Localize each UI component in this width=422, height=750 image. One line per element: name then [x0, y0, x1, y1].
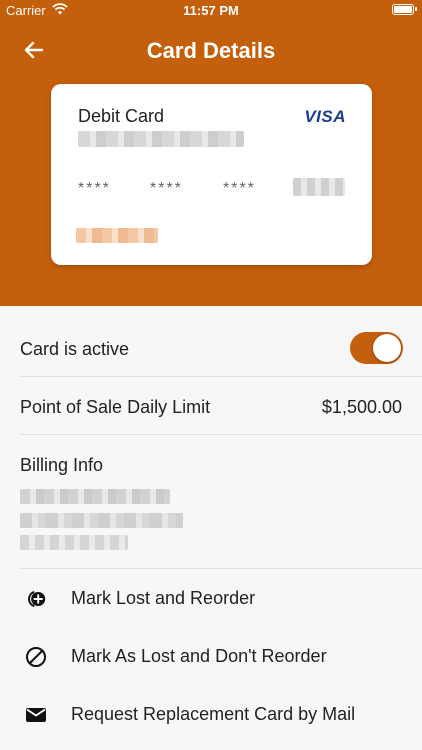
divider: [20, 376, 422, 377]
visa-logo: VISA: [304, 107, 346, 126]
card-last-four-redacted: [293, 178, 345, 196]
card-number-group-3: ****: [223, 180, 256, 197]
add-circle-icon: [28, 591, 46, 607]
mark-lost-no-reorder-label: Mark As Lost and Don't Reorder: [71, 646, 327, 666]
billing-info-label: Billing Info: [20, 455, 104, 475]
mark-lost-reorder-label: Mark Lost and Reorder: [71, 588, 256, 608]
back-arrow-icon[interactable]: [20, 36, 48, 64]
page-title: Card Details: [146, 38, 276, 63]
card-type-label: Debit Card: [78, 106, 165, 126]
divider: [20, 434, 422, 435]
mail-icon: [26, 708, 46, 722]
toggle-knob: [373, 334, 401, 362]
billing-address-line-redacted: [20, 513, 183, 528]
battery-icon: [392, 4, 417, 15]
card-active-toggle[interactable]: [350, 332, 403, 364]
status-bar: Carrier 11:57 PM: [0, 0, 422, 22]
clock: 11:57 PM: [183, 3, 239, 18]
card-number-group-2: ****: [150, 180, 183, 197]
mark-lost-reorder-button[interactable]: Mark Lost and Reorder: [0, 574, 422, 624]
nav-bar: Card Details: [0, 30, 422, 70]
card-number-group-1: ****: [78, 180, 111, 197]
cardholder-name-redacted: [78, 131, 244, 147]
pos-limit-label: Point of Sale Daily Limit: [20, 397, 211, 417]
divider: [20, 568, 422, 569]
card-active-label: Card is active: [20, 339, 130, 359]
pos-limit-value: $1,500.00: [321, 397, 402, 417]
billing-address-line-redacted: [20, 489, 170, 504]
header-background: Carrier 11:57 PM Card Details Debit Card…: [0, 0, 422, 306]
request-replacement-label: Request Replacement Card by Mail: [71, 704, 356, 724]
block-icon: [26, 647, 46, 667]
card-expiry-redacted: [76, 228, 158, 243]
request-replacement-button[interactable]: Request Replacement Card by Mail: [0, 690, 422, 740]
mark-lost-no-reorder-button[interactable]: Mark As Lost and Don't Reorder: [0, 632, 422, 682]
billing-address-line-redacted: [20, 535, 128, 550]
debit-card-preview: Debit Card VISA **** **** ****: [51, 84, 372, 265]
